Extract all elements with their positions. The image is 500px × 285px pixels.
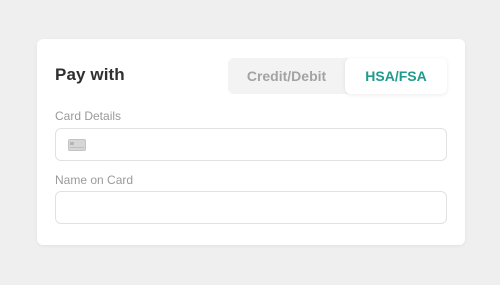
tab-hsa-fsa[interactable]: HSA/FSA [345, 58, 447, 94]
tab-credit-debit[interactable]: Credit/Debit [228, 58, 345, 94]
card-details-input[interactable] [55, 128, 447, 161]
credit-card-icon [68, 139, 86, 151]
name-on-card-input[interactable] [55, 191, 447, 224]
payment-card-panel: Pay with Credit/Debit HSA/FSA Card Detai… [37, 39, 465, 245]
payment-method-toggle: Credit/Debit HSA/FSA [228, 58, 447, 94]
card-details-label: Card Details [55, 109, 122, 123]
name-on-card-label: Name on Card [55, 173, 134, 187]
pay-with-title: Pay with [55, 65, 125, 84]
